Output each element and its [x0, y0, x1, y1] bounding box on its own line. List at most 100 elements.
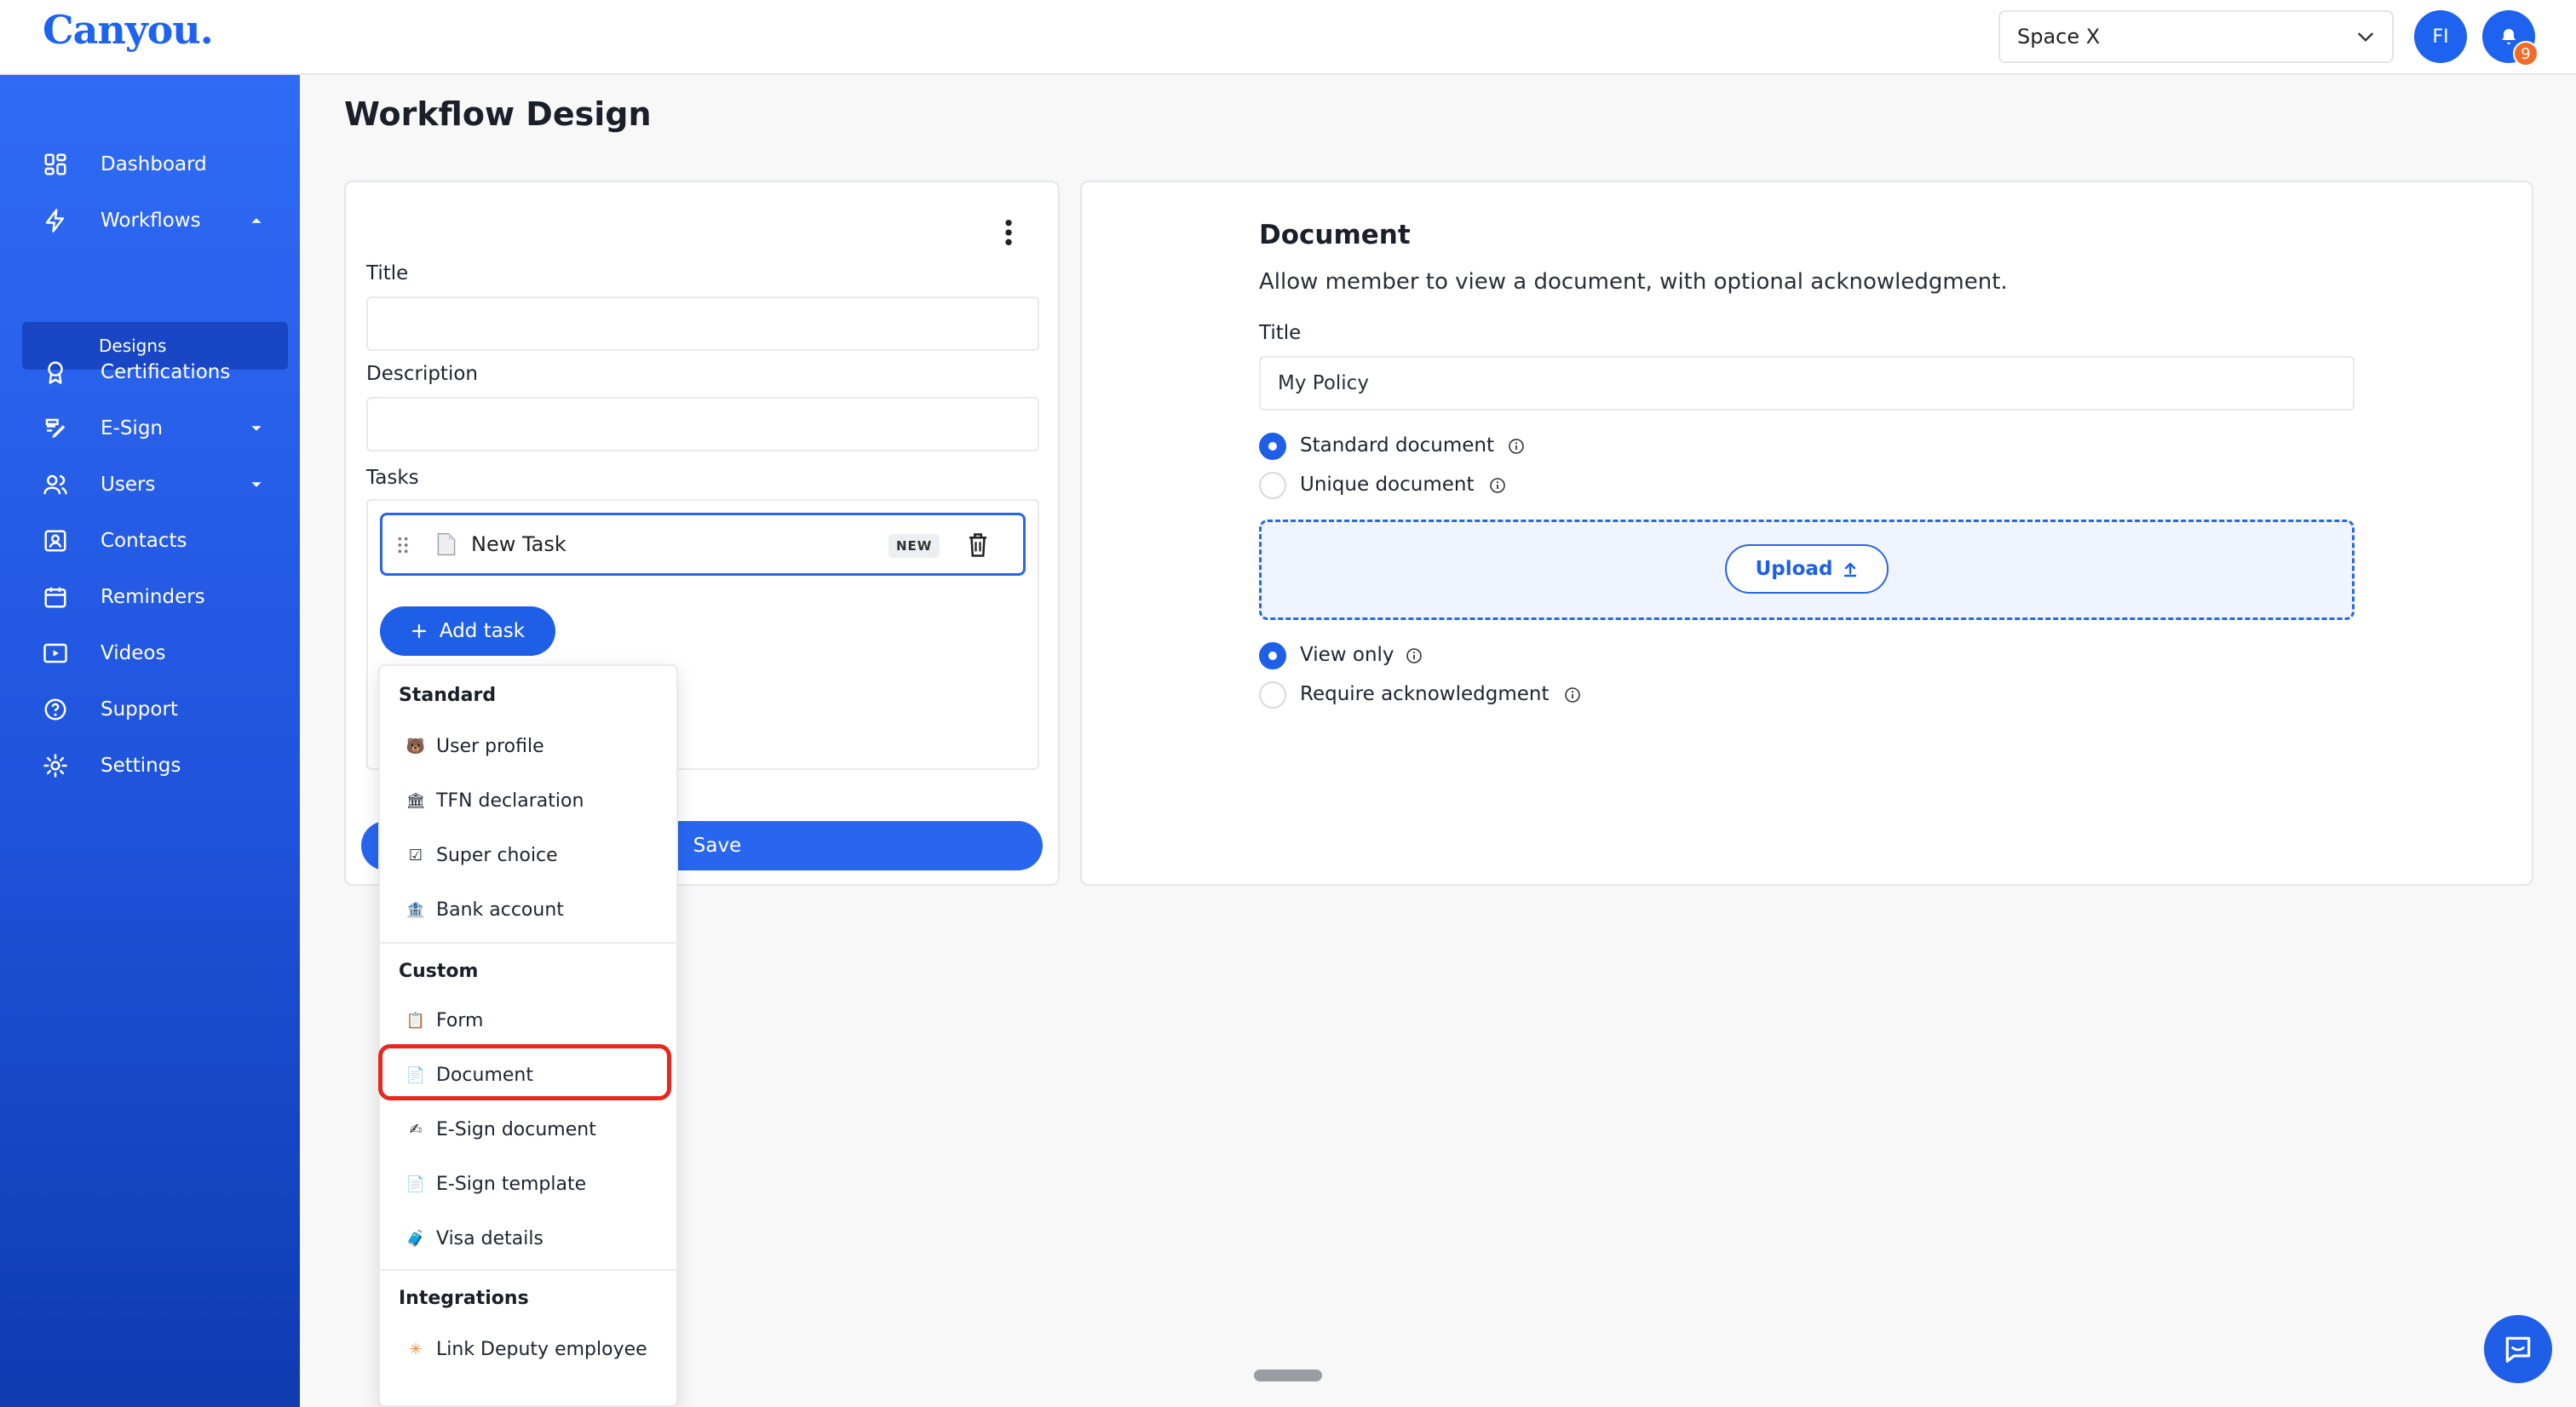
trash-icon[interactable] [967, 532, 989, 558]
help-icon [44, 698, 66, 721]
avatar[interactable]: FI [2414, 10, 2467, 63]
description-label: Description [366, 363, 478, 385]
task-item[interactable]: New Task NEW [380, 513, 1026, 576]
menu-item-link-deputy-employee[interactable]: ✳ Link Deputy employee [380, 1327, 676, 1371]
menu-item-label: Document [436, 1064, 533, 1086]
sidebar-item-esign[interactable]: E-Sign [0, 404, 300, 453]
logo[interactable]: Canyou. [43, 7, 214, 53]
menu-divider [380, 1269, 676, 1271]
menu-item-label: Visa details [436, 1227, 543, 1249]
menu-item-document[interactable]: 📄 Document [380, 1053, 676, 1097]
space-selector[interactable]: Space X [1998, 10, 2394, 63]
users-icon [43, 474, 67, 495]
checkbox-icon: ☑ [408, 846, 423, 864]
award-icon [48, 361, 63, 384]
document-heading: Document [1259, 220, 1411, 250]
menu-item-esign-document[interactable]: ✍ E-Sign document [380, 1107, 676, 1151]
drag-handle-icon[interactable] [396, 536, 410, 554]
menu-item-user-profile[interactable]: 🐻 User profile [380, 724, 676, 768]
sidebar-item-videos[interactable]: Videos [0, 629, 300, 678]
menu-item-label: Bank account [436, 899, 564, 921]
menu-item-label: E-Sign template [436, 1173, 587, 1195]
add-task-button[interactable]: Add task [380, 606, 555, 656]
writing-hand-icon: ✍ [409, 1120, 423, 1139]
top-bar: Canyou. Space X FI 9 [0, 0, 2576, 75]
view-only-label: View only [1300, 644, 1394, 666]
sidebar-item-label: E-Sign [101, 417, 163, 439]
standard-document-label: Standard document [1300, 434, 1494, 457]
view-only-radio[interactable] [1259, 642, 1286, 669]
page-title: Workflow Design [344, 95, 652, 133]
document-icon: 📄 [405, 1065, 426, 1084]
menu-section-standard: Standard [399, 685, 497, 706]
sidebar-item-label: Reminders [101, 586, 205, 608]
description-input[interactable] [366, 397, 1039, 451]
task-type-menu: Standard 🐻 User profile 🏛 TFN declaratio… [378, 664, 678, 1407]
more-options-icon[interactable] [1002, 218, 1015, 247]
video-icon [43, 643, 67, 663]
sidebar: Dashboard Workflows Designs Certificatio… [0, 75, 300, 1407]
bank-icon: 🏦 [405, 900, 426, 919]
unique-document-label: Unique document [1300, 474, 1475, 496]
sidebar-item-label: Support [101, 698, 178, 721]
upload-dropzone[interactable]: Upload [1259, 520, 2355, 620]
sidebar-item-support[interactable]: Support [0, 685, 300, 734]
plus-icon [411, 623, 426, 639]
sidebar-item-reminders[interactable]: Reminders [0, 572, 300, 622]
document-title-input[interactable]: My Policy [1259, 356, 2355, 411]
space-selector-value: Space X [2017, 25, 2101, 49]
clipboard-icon: 📋 [405, 1011, 426, 1030]
menu-item-label: E-Sign document [436, 1118, 596, 1140]
add-task-label: Add task [439, 620, 526, 642]
task-name: New Task [471, 532, 566, 556]
menu-item-label: Super choice [436, 844, 558, 866]
sidebar-item-settings[interactable]: Settings [0, 741, 300, 790]
signature-icon [45, 418, 66, 439]
upload-label: Upload [1755, 558, 1833, 580]
document-settings-card: Document Allow member to view a document… [1080, 181, 2533, 886]
sidebar-item-label: Workflows [101, 210, 201, 232]
info-icon[interactable] [1564, 686, 1581, 704]
bell-icon [2502, 29, 2516, 44]
scroll-handle[interactable] [1254, 1370, 1322, 1381]
menu-item-tfn-declaration[interactable]: 🏛 TFN declaration [380, 778, 676, 823]
require-acknowledgment-label: Require acknowledgment [1300, 683, 1550, 705]
sidebar-item-label: Contacts [101, 530, 187, 552]
sidebar-item-certifications[interactable]: Certifications [0, 347, 300, 397]
tasks-label: Tasks [366, 467, 419, 489]
menu-item-label: User profile [436, 735, 544, 757]
dashboard-icon [44, 153, 66, 175]
info-icon[interactable] [1508, 438, 1525, 455]
sidebar-item-label: Videos [101, 642, 166, 664]
unique-document-radio[interactable] [1259, 472, 1286, 499]
menu-item-visa-details[interactable]: 🧳 Visa details [380, 1216, 676, 1261]
info-icon[interactable] [1489, 477, 1506, 494]
luggage-icon: 🧳 [405, 1229, 426, 1248]
standard-document-radio[interactable] [1259, 433, 1286, 460]
sidebar-item-workflows[interactable]: Workflows [0, 196, 300, 245]
caret-down-icon [251, 426, 262, 431]
title-input[interactable] [366, 296, 1039, 351]
upload-button[interactable]: Upload [1725, 544, 1889, 594]
menu-item-esign-template[interactable]: 📄 E-Sign template [380, 1162, 676, 1206]
menu-section-integrations: Integrations [399, 1288, 529, 1309]
document-title-label: Title [1259, 322, 1302, 344]
chat-icon [2505, 1336, 2531, 1363]
sidebar-item-dashboard[interactable]: Dashboard [0, 140, 300, 189]
lightning-icon [45, 209, 64, 233]
require-acknowledgment-radio[interactable] [1259, 681, 1286, 709]
menu-item-form[interactable]: 📋 Form [380, 998, 676, 1042]
chat-button[interactable] [2484, 1315, 2552, 1383]
info-icon[interactable] [1406, 647, 1423, 664]
notification-count-badge: 9 [2513, 41, 2539, 66]
menu-item-bank-account[interactable]: 🏦 Bank account [380, 887, 676, 932]
contacts-icon [44, 530, 66, 552]
gear-icon [43, 754, 67, 778]
new-badge: NEW [888, 534, 940, 558]
document-icon: 📄 [405, 1174, 426, 1193]
menu-item-label: Form [436, 1009, 484, 1031]
menu-item-super-choice[interactable]: ☑ Super choice [380, 833, 676, 877]
sidebar-item-contacts[interactable]: Contacts [0, 516, 300, 566]
sidebar-item-users[interactable]: Users [0, 460, 300, 509]
caret-up-icon [251, 218, 262, 223]
